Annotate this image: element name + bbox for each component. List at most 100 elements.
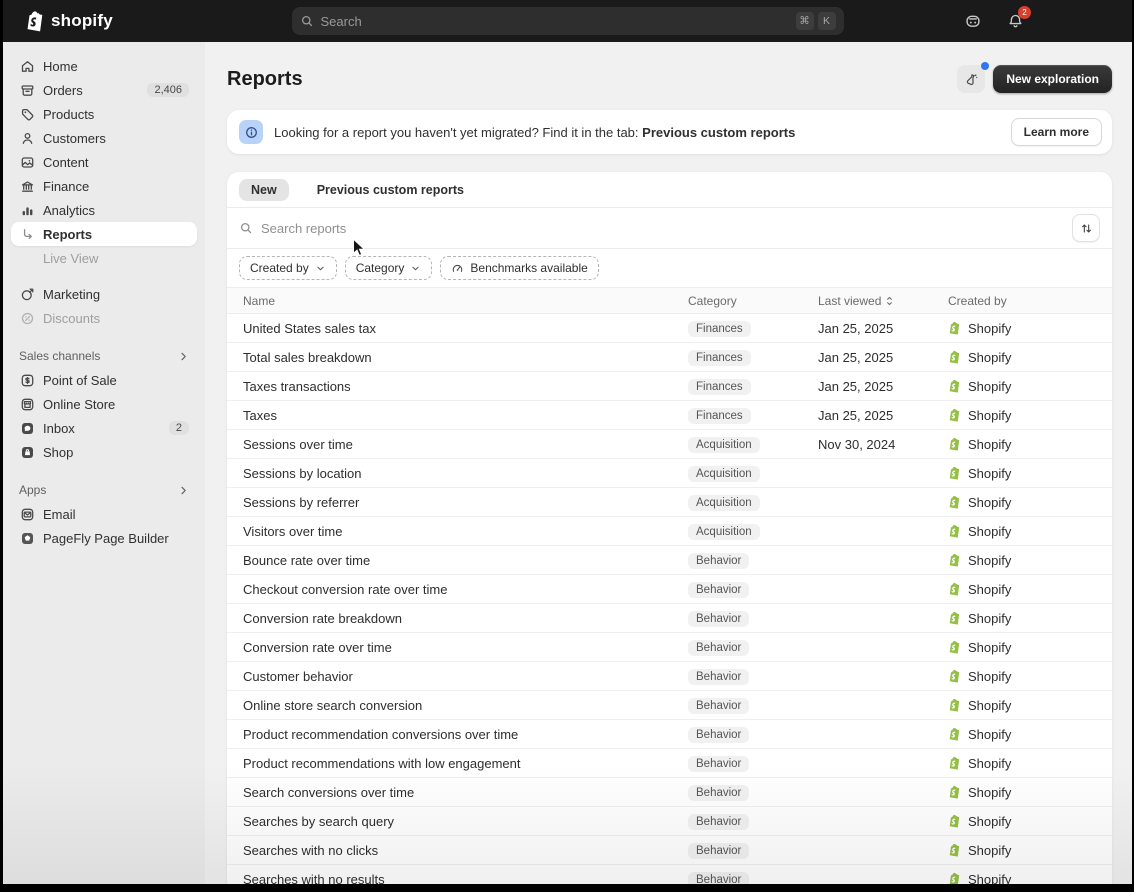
created-by-label: Shopify: [968, 350, 1011, 365]
created-by-label: Shopify: [968, 727, 1011, 742]
created-by-label: Shopify: [968, 379, 1011, 394]
sidebar-item-email[interactable]: Email: [11, 502, 197, 526]
category-badge: Finances: [688, 350, 751, 366]
shopify-bag-green-icon: [948, 785, 961, 799]
filter-category[interactable]: Category: [345, 256, 433, 280]
notification-badge: 2: [1018, 6, 1031, 19]
filter-benchmarks-available[interactable]: Benchmarks available: [440, 256, 598, 280]
sidebar-item-live-view[interactable]: Live View: [11, 246, 197, 270]
new-exploration-button[interactable]: New exploration: [993, 65, 1112, 93]
search-icon: [300, 14, 314, 28]
table-row[interactable]: Product recommendations with low engagem…: [227, 749, 1112, 778]
table-row[interactable]: Visitors over time Acquisition Shopify: [227, 517, 1112, 546]
sidebar-item-shop[interactable]: Shop: [11, 440, 197, 464]
info-icon: [239, 120, 263, 144]
migration-banner: Looking for a report you haven't yet mig…: [227, 110, 1112, 154]
shopify-bag-green-icon: [948, 872, 961, 884]
created-by-label: Shopify: [968, 698, 1011, 713]
table-row[interactable]: Sessions over time Acquisition Nov 30, 2…: [227, 430, 1112, 459]
sidebar-item-products[interactable]: Products: [11, 102, 197, 126]
sidebar-item-discounts[interactable]: Discounts: [11, 306, 197, 330]
category-badge: Behavior: [688, 727, 749, 743]
last-viewed-date: Jan 25, 2025: [818, 408, 948, 423]
global-search-input[interactable]: [321, 14, 789, 29]
sidebar-item-online-store[interactable]: Online Store: [11, 392, 197, 416]
main-content: Reports New exploration Looking for a re…: [205, 42, 1132, 884]
sidebar-item-pagefly-page-builder[interactable]: PageFly Page Builder: [11, 526, 197, 550]
sidebar-item-analytics[interactable]: Analytics: [11, 198, 197, 222]
sidebar-item-home[interactable]: Home: [11, 54, 197, 78]
table-row[interactable]: United States sales tax Finances Jan 25,…: [227, 314, 1112, 343]
table-row[interactable]: Customer behavior Behavior Shopify: [227, 662, 1112, 691]
table-row[interactable]: Product recommendation conversions over …: [227, 720, 1112, 749]
learn-more-button[interactable]: Learn more: [1011, 118, 1102, 146]
reports-search-input[interactable]: [261, 221, 1064, 236]
table-row[interactable]: Conversion rate over time Behavior Shopi…: [227, 633, 1112, 662]
shopify-bag-green-icon: [948, 669, 961, 683]
content-icon: [19, 154, 35, 170]
category-badge: Behavior: [688, 553, 749, 569]
app-window: shopify ⌘ K 2 Home Orders 2,406: [3, 0, 1132, 884]
category-badge: Behavior: [688, 872, 749, 885]
section-title: Apps: [19, 483, 46, 497]
table-row[interactable]: Conversion rate breakdown Behavior Shopi…: [227, 604, 1112, 633]
sidebar-section-apps[interactable]: Apps: [19, 480, 189, 500]
sidebar-nav: Home Orders 2,406 Products Customers Con…: [3, 54, 205, 330]
sidebar-item-orders[interactable]: Orders 2,406: [11, 78, 197, 102]
report-name: Taxes: [227, 408, 688, 423]
report-name: Checkout conversion rate over time: [227, 582, 688, 597]
chevron-down-icon: [410, 263, 421, 274]
tab-new[interactable]: New: [239, 179, 289, 201]
table-row[interactable]: Sessions by referrer Acquisition Shopify: [227, 488, 1112, 517]
shopify-bag-green-icon: [948, 727, 961, 741]
sidekick-icon[interactable]: [962, 10, 984, 32]
table-row[interactable]: Searches by search query Behavior Shopif…: [227, 807, 1112, 836]
benchmark-gauge-icon: [451, 262, 464, 275]
banner-bold-text: Previous custom reports: [642, 125, 795, 140]
table-row[interactable]: Searches with no clicks Behavior Shopify: [227, 836, 1112, 865]
table-row[interactable]: Search conversions over time Behavior Sh…: [227, 778, 1112, 807]
chevron-down-icon: [315, 263, 326, 274]
created-by-label: Shopify: [968, 669, 1011, 684]
sidebar-item-reports[interactable]: Reports: [11, 222, 197, 246]
report-name: Searches with no results: [227, 872, 688, 885]
table-row[interactable]: Taxes Finances Jan 25, 2025 Shopify: [227, 401, 1112, 430]
created-by-label: Shopify: [968, 437, 1011, 452]
table-row[interactable]: Searches with no results Behavior Shopif…: [227, 865, 1112, 884]
created-by-label: Shopify: [968, 785, 1011, 800]
shopify-logo[interactable]: shopify: [25, 10, 113, 32]
sidebar-item-customers[interactable]: Customers: [11, 126, 197, 150]
logo-wordmark: shopify: [51, 11, 113, 31]
customers-icon: [19, 130, 35, 146]
sidebar-item-finance[interactable]: Finance: [11, 174, 197, 198]
sidebar-item-point-of-sale[interactable]: Point of Sale: [11, 368, 197, 392]
item-badge: 2: [169, 421, 189, 435]
column-last-viewed[interactable]: Last viewed: [818, 294, 948, 308]
table-body: United States sales tax Finances Jan 25,…: [227, 314, 1112, 884]
table-header: Name Category Last viewed Created by: [227, 287, 1112, 314]
table-row[interactable]: Bounce rate over time Behavior Shopify: [227, 546, 1112, 575]
email-icon: [19, 506, 35, 522]
created-by-label: Shopify: [968, 524, 1011, 539]
sidebar-section-sales-channels[interactable]: Sales channels: [19, 346, 189, 366]
table-row[interactable]: Taxes transactions Finances Jan 25, 2025…: [227, 372, 1112, 401]
filter-created-by[interactable]: Created by: [239, 256, 337, 280]
table-row[interactable]: Sessions by location Acquisition Shopify: [227, 459, 1112, 488]
sidebar-item-inbox[interactable]: Inbox 2: [11, 416, 197, 440]
notifications-button[interactable]: 2: [1004, 10, 1026, 32]
category-badge: Acquisition: [688, 495, 760, 511]
exploration-icon-button[interactable]: [957, 65, 985, 93]
table-row[interactable]: Checkout conversion rate over time Behav…: [227, 575, 1112, 604]
report-name: Sessions over time: [227, 437, 688, 452]
table-row[interactable]: Total sales breakdown Finances Jan 25, 2…: [227, 343, 1112, 372]
pos-icon: [19, 372, 35, 388]
table-row[interactable]: Online store search conversion Behavior …: [227, 691, 1112, 720]
created-by-label: Shopify: [968, 843, 1011, 858]
global-search[interactable]: ⌘ K: [292, 7, 844, 35]
sidebar-item-content[interactable]: Content: [11, 150, 197, 174]
report-name: Total sales breakdown: [227, 350, 688, 365]
sidebar-item-marketing[interactable]: Marketing: [11, 282, 197, 306]
k-key: K: [818, 12, 836, 30]
tab-previous-custom-reports[interactable]: Previous custom reports: [305, 179, 476, 201]
sort-button[interactable]: [1072, 214, 1100, 242]
